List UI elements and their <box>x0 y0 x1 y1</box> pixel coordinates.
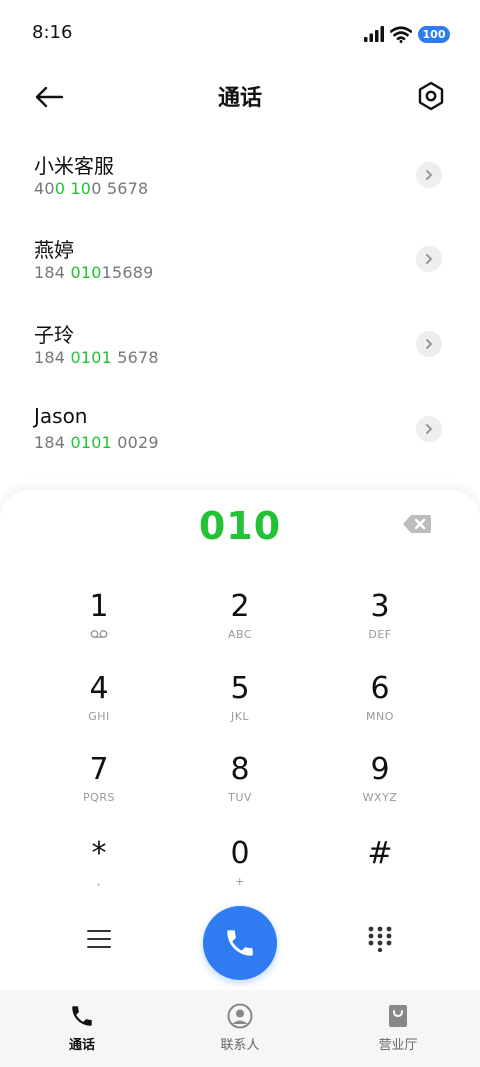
dial-key-star[interactable]: * , <box>44 835 154 905</box>
dial-key-1[interactable]: 1 <box>44 588 154 658</box>
contact-number: 184 0101 5678 <box>34 348 159 367</box>
dial-key-0[interactable]: 0 + <box>185 835 295 905</box>
contact-detail-button[interactable] <box>416 162 442 188</box>
wifi-icon <box>390 25 412 43</box>
settings-hexagon-icon <box>418 81 444 111</box>
battery-icon: 100 <box>418 25 450 43</box>
key-letters: DEF <box>368 628 392 641</box>
contact-detail-button[interactable] <box>416 416 442 442</box>
key-digit: 2 <box>230 589 250 624</box>
bottom-nav: 通话 联系人 营业厅 <box>0 990 480 1067</box>
settings-button[interactable] <box>412 77 450 115</box>
nav-tab-service-hall[interactable]: 营业厅 <box>338 990 458 1067</box>
contact-number: 400 100 5678 <box>34 179 149 198</box>
contact-number: 184 0101 0029 <box>34 433 159 452</box>
key-letters: TUV <box>228 791 252 804</box>
dial-key-3[interactable]: 3 DEF <box>325 588 435 658</box>
menu-button[interactable] <box>80 920 118 958</box>
contact-name: Jason <box>34 404 88 428</box>
contact-name: 小米客服 <box>34 154 114 178</box>
app-header: 通话 <box>0 66 480 130</box>
contact-number: 184 01015689 <box>34 263 154 282</box>
signal-icon <box>364 26 384 42</box>
contact-name: 子玲 <box>34 323 74 347</box>
key-letters: JKL <box>230 710 250 723</box>
key-letters: PQRS <box>83 791 115 804</box>
nav-label: 联系人 <box>220 1038 260 1053</box>
chevron-right-icon <box>426 424 432 434</box>
dial-key-9[interactable]: 9 WXYZ <box>325 751 435 821</box>
phone-icon <box>227 930 253 956</box>
shopping-bag-icon <box>338 1002 458 1030</box>
key-digit: 0 <box>230 836 250 871</box>
contact-list: 小米客服 400 100 5678 燕婷 184 01015689 子玲 184… <box>0 130 480 530</box>
nav-tab-contacts[interactable]: 联系人 <box>180 990 300 1067</box>
backspace-button[interactable] <box>402 514 432 536</box>
nav-tab-calls[interactable]: 通话 <box>22 990 142 1067</box>
dial-key-7[interactable]: 7 PQRS <box>44 751 154 821</box>
key-digit: 6 <box>370 671 390 706</box>
chevron-right-icon <box>426 254 432 264</box>
key-digit: 4 <box>89 671 109 706</box>
dialer-sheet: 010 1 2 ABC 3 DEF 4 GHI 5 JKL 6 MNO 7 PQ… <box>0 490 480 990</box>
status-time: 8:16 <box>32 22 73 43</box>
contact-row[interactable]: 燕婷 184 01015689 <box>0 214 480 298</box>
contact-name: 燕婷 <box>34 238 74 262</box>
key-digit: * <box>91 836 107 871</box>
key-digit: 1 <box>89 589 109 624</box>
key-letters: GHI <box>88 710 110 723</box>
key-digit: # <box>367 836 393 871</box>
contact-row[interactable]: 小米客服 400 100 5678 <box>0 130 480 214</box>
contact-detail-button[interactable] <box>416 331 442 357</box>
key-digit: 7 <box>89 752 109 787</box>
phone-icon <box>22 1002 142 1030</box>
contact-row[interactable]: Jason 184 0101 0029 <box>0 384 480 468</box>
key-letters: ABC <box>227 628 253 641</box>
key-digit: 5 <box>230 671 250 706</box>
chevron-right-icon <box>426 339 432 349</box>
key-pause: , <box>97 875 101 888</box>
person-icon <box>180 1002 300 1030</box>
call-button[interactable] <box>203 906 277 980</box>
contact-detail-button[interactable] <box>416 246 442 272</box>
chevron-right-icon <box>426 170 432 180</box>
backspace-icon <box>403 515 431 533</box>
key-digit: 8 <box>230 752 250 787</box>
dial-key-6[interactable]: 6 MNO <box>325 670 435 740</box>
nav-label: 营业厅 <box>378 1038 418 1053</box>
menu-icon <box>87 930 111 948</box>
voicemail-icon <box>44 629 154 639</box>
key-letters: MNO <box>366 710 394 723</box>
dial-key-8[interactable]: 8 TUV <box>185 751 295 821</box>
dial-key-5[interactable]: 5 JKL <box>185 670 295 740</box>
keypad-grid-icon <box>368 926 392 952</box>
dial-key-4[interactable]: 4 GHI <box>44 670 154 740</box>
key-plus: + <box>235 875 245 888</box>
dial-key-2[interactable]: 2 ABC <box>185 588 295 658</box>
key-letters: WXYZ <box>362 791 398 804</box>
dial-key-hash[interactable]: # <box>325 835 435 905</box>
keypad-toggle-button[interactable] <box>361 920 399 958</box>
status-icons: 100 <box>364 24 450 44</box>
nav-label: 通话 <box>68 1038 95 1053</box>
key-digit: 9 <box>370 752 390 787</box>
key-digit: 3 <box>370 589 390 624</box>
contact-row[interactable]: 子玲 184 0101 5678 <box>0 299 480 383</box>
status-bar: 8:16 100 <box>0 0 480 66</box>
page-title: 通话 <box>217 86 262 111</box>
